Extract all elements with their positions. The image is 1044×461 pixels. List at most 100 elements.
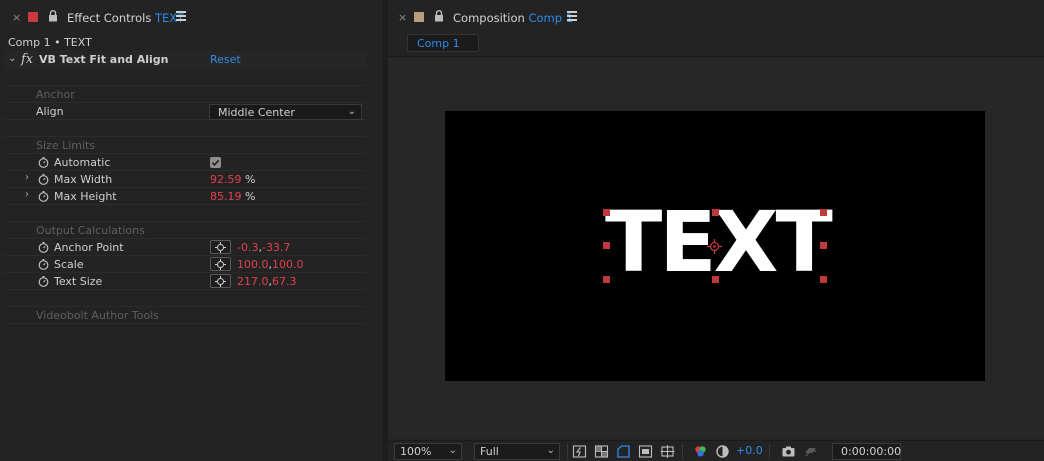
align-dropdown[interactable]: Middle Center ⌄ <box>209 104 362 120</box>
mask-path-icon[interactable] <box>616 444 631 459</box>
toolbar-divider <box>567 444 568 459</box>
prop-max-width-row: › Max Width 92.59 % <box>4 171 366 188</box>
chevron-right-icon[interactable]: › <box>25 172 29 183</box>
bounding-handle[interactable] <box>712 276 719 283</box>
max-width-number[interactable]: 92.59 <box>210 173 242 186</box>
bounding-handle[interactable] <box>820 209 827 216</box>
resolution-value: Full <box>480 445 499 458</box>
prop-label-align: Align <box>36 105 64 118</box>
region-of-interest-icon[interactable] <box>638 444 653 459</box>
stopwatch-icon[interactable] <box>38 157 49 168</box>
fx-icon[interactable]: fx <box>21 52 33 67</box>
viewer-toolbar: 100% ⌄ Full ⌄ +0.0 0:00:00:00 <box>388 440 1044 461</box>
timecode-value: 0:00:00:00 <box>841 445 902 458</box>
bounding-handle[interactable] <box>820 242 827 249</box>
prop-label-text-size: Text Size <box>54 275 103 288</box>
section-label-output-calculations: Output Calculations <box>36 224 145 237</box>
panel-title-label: Effect Controls <box>67 11 152 25</box>
toolbar-divider <box>682 444 683 459</box>
fast-preview-icon[interactable] <box>572 444 587 459</box>
show-snapshot-icon[interactable] <box>803 444 818 459</box>
panel-menu-icon[interactable] <box>176 11 186 21</box>
bounding-handle[interactable] <box>603 209 610 216</box>
text-size-x[interactable]: 217.0 <box>237 275 269 288</box>
comp-tab[interactable]: Comp 1 <box>407 34 479 52</box>
color-channels-icon[interactable] <box>693 444 708 459</box>
lock-icon[interactable] <box>434 10 444 22</box>
panel-menu-icon[interactable] <box>567 11 577 21</box>
stopwatch-icon[interactable] <box>38 191 49 202</box>
prop-scale-row: Scale 100.0,100.0 <box>4 256 366 273</box>
anchor-point-x[interactable]: -0.3 <box>237 241 258 254</box>
panel-title-label: Composition <box>453 11 525 25</box>
effect-header-row[interactable]: ⌄ fx VB Text Fit and Align Reset <box>4 51 366 69</box>
lock-icon[interactable] <box>48 10 58 22</box>
grid-guides-icon[interactable] <box>660 444 675 459</box>
stopwatch-icon[interactable] <box>38 174 49 185</box>
scale-y[interactable]: 100.0 <box>272 258 304 271</box>
close-icon[interactable]: × <box>12 11 21 24</box>
stopwatch-icon[interactable] <box>38 259 49 270</box>
composition-viewer[interactable]: TEXT <box>388 56 1044 439</box>
label-color-swatch[interactable] <box>414 12 424 22</box>
text-size-value[interactable]: 217.0,67.3 <box>237 275 297 288</box>
composition-canvas[interactable]: TEXT <box>445 111 985 381</box>
max-height-unit: % <box>245 190 256 203</box>
spacer-row <box>4 290 366 307</box>
chevron-down-icon: ⌄ <box>448 445 457 456</box>
max-width-unit: % <box>245 173 256 186</box>
zoom-select[interactable]: 100% ⌄ <box>394 443 462 460</box>
reset-link[interactable]: Reset <box>210 53 241 66</box>
camera-icon[interactable] <box>781 444 796 459</box>
prop-align-row: Align Middle Center ⌄ <box>4 103 366 120</box>
text-size-y[interactable]: 67.3 <box>272 275 297 288</box>
automatic-checkbox[interactable] <box>210 157 221 168</box>
bounding-handle[interactable] <box>820 276 827 283</box>
breadcrumb: Comp 1 • TEXT <box>8 36 92 49</box>
bounding-handle[interactable] <box>603 276 610 283</box>
stopwatch-icon[interactable] <box>38 276 49 287</box>
resolution-select[interactable]: Full ⌄ <box>474 443 560 460</box>
timecode-display[interactable]: 0:00:00:00 <box>832 443 901 460</box>
section-label-anchor: Anchor <box>36 88 75 101</box>
crosshair-icon[interactable] <box>210 240 231 254</box>
crosshair-icon[interactable] <box>210 257 231 271</box>
scale-value[interactable]: 100.0,100.0 <box>237 258 304 271</box>
spacer-row <box>4 69 366 86</box>
max-width-value[interactable]: 92.59 % <box>210 173 255 186</box>
max-height-number[interactable]: 85.19 <box>210 190 242 203</box>
transparency-grid-icon[interactable] <box>594 444 609 459</box>
zoom-value: 100% <box>400 445 432 458</box>
reset-exposure-icon[interactable] <box>715 444 730 459</box>
stopwatch-icon[interactable] <box>38 242 49 253</box>
chevron-right-icon[interactable]: › <box>25 189 29 200</box>
chevron-down-icon: ⌄ <box>347 106 356 117</box>
panel-title[interactable]: Composition Comp 1 <box>453 11 573 25</box>
align-dropdown-value: Middle Center <box>218 106 295 119</box>
section-size-limits: Size Limits <box>4 137 366 154</box>
close-icon[interactable]: × <box>398 11 407 24</box>
anchor-point-value[interactable]: -0.3,-33.7 <box>237 241 290 254</box>
prop-max-height-row: › Max Height 85.19 % <box>4 188 366 205</box>
bounding-handle[interactable] <box>603 242 610 249</box>
chevron-down-icon: ⌄ <box>546 445 555 456</box>
max-height-value[interactable]: 85.19 % <box>210 190 255 203</box>
panel-title[interactable]: Effect Controls TEXT <box>67 11 184 25</box>
bounding-handle[interactable] <box>712 209 719 216</box>
anchor-point-y[interactable]: -33.7 <box>262 241 290 254</box>
effect-controls-header: × Effect Controls TEXT <box>0 0 383 34</box>
label-color-swatch[interactable] <box>28 12 38 22</box>
prop-text-size-row: Text Size 217.0,67.3 <box>4 273 366 290</box>
exposure-value[interactable]: +0.0 <box>736 444 763 457</box>
crosshair-icon[interactable] <box>210 274 231 288</box>
prop-label-max-width: Max Width <box>54 173 113 186</box>
chevron-down-icon[interactable]: ⌄ <box>8 53 16 64</box>
prop-automatic-row: Automatic <box>4 154 366 171</box>
section-anchor: Anchor <box>4 86 366 103</box>
spacer-row <box>4 205 366 222</box>
anchor-point-icon[interactable] <box>707 239 722 254</box>
section-author-tools: Videobolt Author Tools <box>4 307 366 324</box>
scale-x[interactable]: 100.0 <box>237 258 269 271</box>
spacer-row <box>4 120 366 137</box>
composition-header: × Composition Comp 1 <box>388 0 1044 34</box>
